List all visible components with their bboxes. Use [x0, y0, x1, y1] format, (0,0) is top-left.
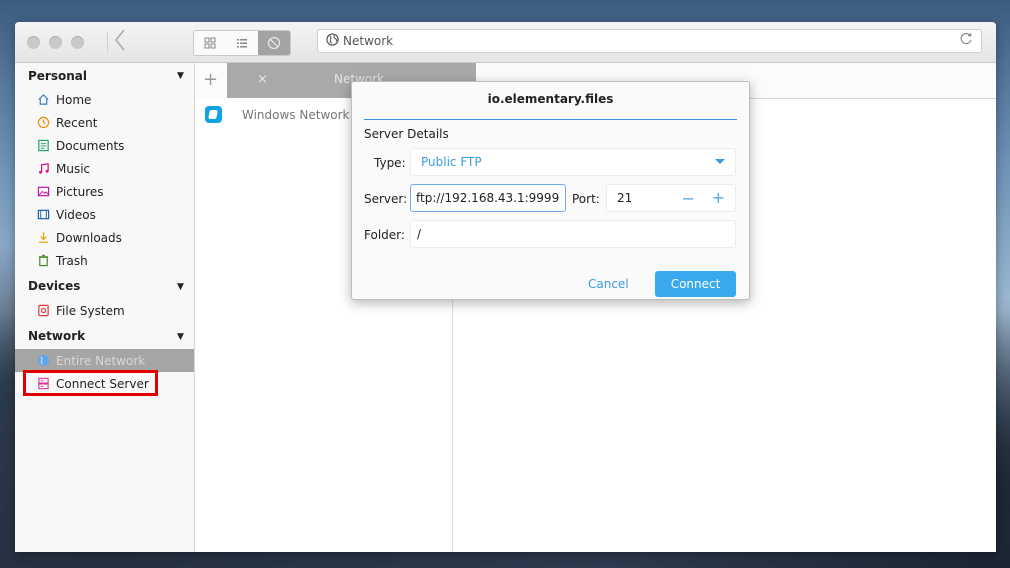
- location-path: Network: [343, 34, 394, 48]
- view-switcher: [193, 30, 291, 56]
- sidebar-item-recent[interactable]: Recent: [15, 111, 194, 134]
- port-label: Port:: [572, 192, 600, 206]
- sidebar-item-entire-network[interactable]: Entire Network: [15, 349, 194, 372]
- sidebar-item-label: Documents: [56, 138, 125, 153]
- list-item-windows-network[interactable]: Windows Network: [205, 106, 349, 123]
- minimize-window-button[interactable]: [49, 36, 62, 49]
- server-value: ftp://192.168.43.1:9999: [416, 191, 560, 205]
- sidebar-item-downloads[interactable]: Downloads: [15, 226, 194, 249]
- close-window-button[interactable]: [27, 36, 40, 49]
- sidebar-item-label: Videos: [56, 207, 96, 222]
- grid-icon: [204, 37, 216, 49]
- connect-button[interactable]: Connect: [655, 271, 736, 297]
- header-separator: [107, 32, 108, 52]
- close-tab-icon[interactable]: ×: [257, 72, 268, 87]
- trash-icon: [36, 254, 50, 268]
- decrement-port-button[interactable]: −: [682, 189, 695, 208]
- sidebar-item-label: Home: [56, 92, 92, 107]
- port-value: 21: [617, 191, 633, 205]
- chevron-left-icon: [115, 29, 125, 51]
- disabled-icon: [267, 36, 281, 50]
- globe-icon: [36, 354, 50, 368]
- folder-input[interactable]: /: [410, 220, 736, 248]
- globe-icon: [326, 32, 339, 50]
- sidebar-item-label: Entire Network: [56, 353, 146, 368]
- sidebar-item-label: File System: [56, 303, 125, 318]
- sidebar-item-trash[interactable]: Trash: [15, 249, 194, 272]
- server-input[interactable]: ftp://192.168.43.1:9999: [410, 184, 566, 212]
- list-item-label: Windows Network: [242, 107, 350, 122]
- sidebar-header-network[interactable]: Network: [28, 329, 85, 343]
- maximize-window-button[interactable]: [71, 36, 84, 49]
- list-icon: [237, 39, 247, 48]
- home-icon: [36, 93, 50, 107]
- reload-icon[interactable]: [959, 32, 973, 50]
- type-value: Public FTP: [421, 155, 482, 169]
- windows-network-icon: [205, 106, 222, 123]
- sidebar-item-label: Recent: [56, 115, 98, 130]
- sidebar-item-label: Music: [56, 161, 91, 176]
- folder-label: Folder:: [364, 228, 405, 242]
- downloads-icon: [36, 231, 50, 245]
- collapse-devices-icon[interactable]: ▼: [177, 282, 184, 292]
- port-stepper[interactable]: 21 − +: [606, 184, 736, 212]
- cancel-button[interactable]: Cancel: [588, 277, 629, 291]
- column-view-button[interactable]: [258, 31, 290, 55]
- highlight-annotation: [23, 370, 158, 396]
- sidebar-item-pictures[interactable]: Pictures: [15, 180, 194, 203]
- header-bar: Network: [15, 22, 996, 63]
- sidebar-item-home[interactable]: Home: [15, 88, 194, 111]
- music-icon: [36, 162, 50, 176]
- folder-value: /: [417, 227, 422, 241]
- sidebar-header-devices[interactable]: Devices: [28, 279, 80, 293]
- collapse-personal-icon[interactable]: ▼: [177, 71, 184, 81]
- server-label: Server:: [364, 192, 408, 206]
- sidebar-item-videos[interactable]: Videos: [15, 203, 194, 226]
- list-view-button[interactable]: [226, 31, 258, 55]
- type-label: Type:: [374, 156, 406, 170]
- new-tab-button[interactable]: +: [203, 69, 218, 90]
- videos-icon: [36, 208, 50, 222]
- documents-icon: [36, 139, 50, 153]
- sidebar-item-documents[interactable]: Documents: [15, 134, 194, 157]
- sidebar-item-label: Trash: [56, 253, 88, 268]
- type-select[interactable]: Public FTP: [410, 148, 736, 176]
- dialog-title: io.elementary.files: [487, 92, 614, 106]
- sidebar-item-file-system[interactable]: File System: [15, 299, 194, 322]
- sidebar-item-music[interactable]: Music: [15, 157, 194, 180]
- sidebar-item-label: Downloads: [56, 230, 122, 245]
- drive-icon: [36, 304, 50, 318]
- pictures-icon: [36, 185, 50, 199]
- sidebar: Personal ▼ Home Recent Documents Music P…: [15, 63, 195, 552]
- recent-icon: [36, 116, 50, 130]
- chevron-down-icon: [715, 159, 725, 164]
- section-heading: Server Details: [364, 127, 449, 141]
- title-divider: [364, 119, 737, 120]
- sidebar-header-personal[interactable]: Personal: [28, 69, 87, 83]
- increment-port-button[interactable]: +: [712, 188, 725, 207]
- icon-view-button[interactable]: [194, 31, 226, 55]
- location-bar[interactable]: Network: [317, 29, 982, 53]
- collapse-network-icon[interactable]: ▼: [177, 332, 184, 342]
- sidebar-item-label: Pictures: [56, 184, 104, 199]
- back-button[interactable]: [114, 28, 126, 57]
- connect-server-dialog: io.elementary.files Server Details Type:…: [351, 81, 750, 300]
